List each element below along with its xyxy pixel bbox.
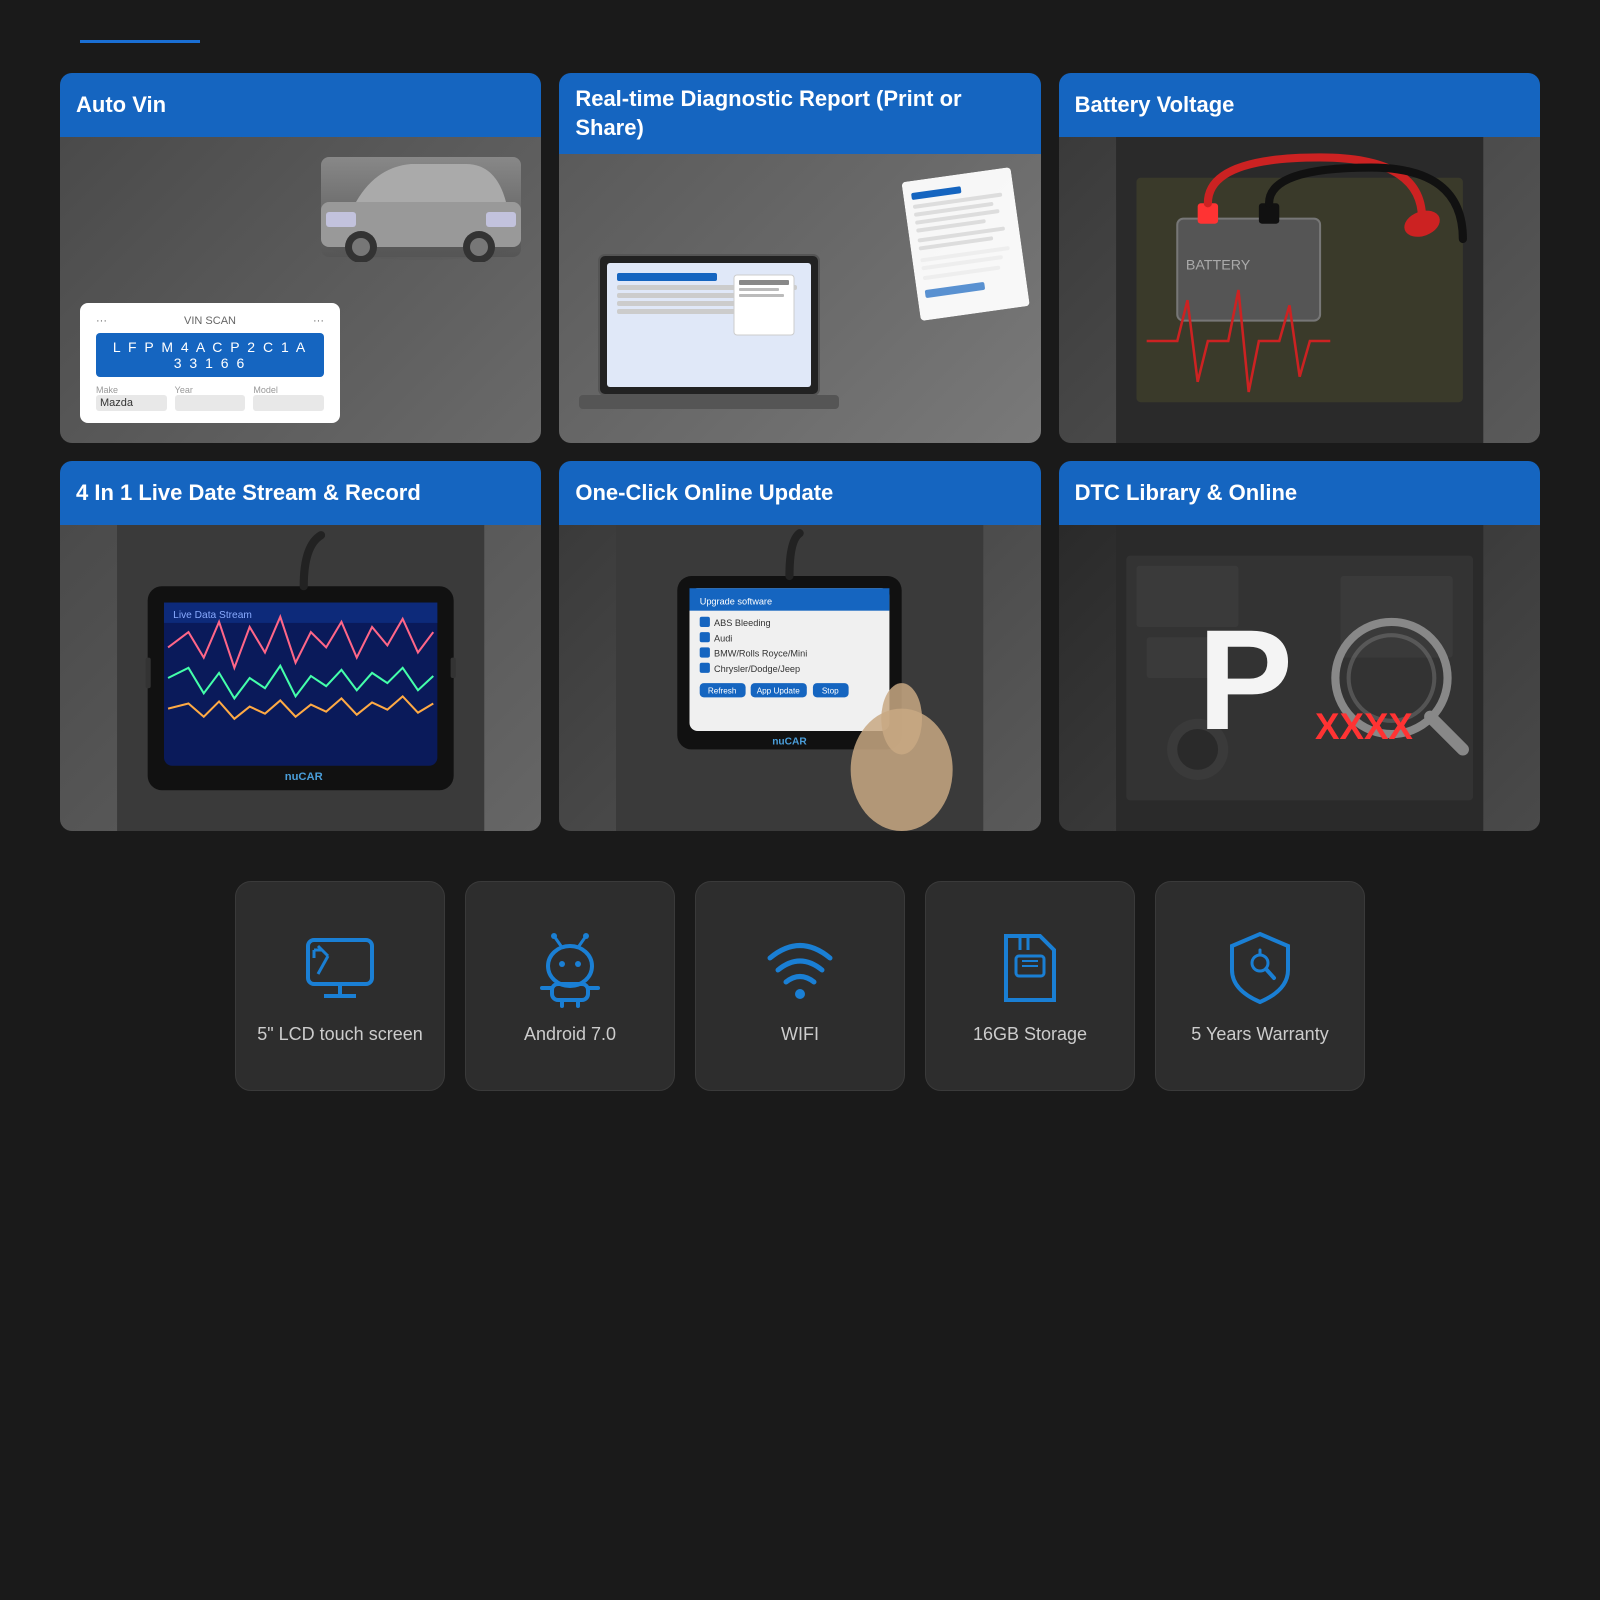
svg-text:Stop: Stop — [822, 686, 839, 695]
wifi-icon — [760, 928, 840, 1008]
vin-fields: Make Mazda Year Model — [96, 385, 324, 411]
svg-text:BMW/Rolls Royce/Mini: BMW/Rolls Royce/Mini — [714, 649, 807, 659]
features-grid: Auto Vin ··· — [60, 73, 1540, 831]
svg-text:Chrysler/Dodge/Jeep: Chrysler/Dodge/Jeep — [714, 664, 800, 674]
lcd-label: 5" LCD touch screen — [257, 1024, 422, 1045]
svg-text:nuCAR: nuCAR — [773, 736, 808, 747]
android-icon — [530, 928, 610, 1008]
storage-icon — [990, 928, 1070, 1008]
svg-text:App Update: App Update — [757, 686, 801, 695]
printer-paper — [901, 167, 1030, 326]
battery-illustration: BATTERY — [1059, 137, 1540, 443]
feature-icon-card-android: Android 7.0 — [465, 881, 675, 1091]
laptop-illustration — [579, 245, 879, 443]
svg-text:P: P — [1197, 601, 1292, 760]
svg-text:Audi: Audi — [714, 633, 732, 643]
vin-model: Model — [253, 385, 324, 411]
feature-icon-card-wifi: WIFI — [695, 881, 905, 1091]
feature-card-diagnostic: Real-time Diagnostic Report (Print or Sh… — [559, 73, 1040, 443]
feature-card-update: One-Click Online Update Upgrade software… — [559, 461, 1040, 831]
feature-label-stream: 4 In 1 Live Date Stream & Record — [60, 461, 541, 525]
accent-line — [80, 40, 200, 43]
svg-text:Upgrade software: Upgrade software — [700, 597, 772, 607]
svg-text:Live Data Stream: Live Data Stream — [173, 610, 252, 621]
feature-image-auto-vin: ··· VIN SCAN ··· L F P M 4 A C P 2 C 1 A… — [60, 137, 541, 443]
storage-label: 16GB Storage — [973, 1024, 1087, 1045]
feature-label-auto-vin: Auto Vin — [60, 73, 541, 137]
warranty-icon — [1220, 928, 1300, 1008]
svg-text:nuCAR: nuCAR — [285, 771, 323, 783]
svg-text:BATTERY: BATTERY — [1185, 258, 1250, 274]
wifi-label: WIFI — [781, 1024, 819, 1045]
scanner-illustration: Live Data Stream nuCAR — [60, 525, 541, 831]
feature-label-dtc: DTC Library & Online — [1059, 461, 1540, 525]
feature-image-diagnostic — [559, 154, 1040, 443]
warranty-label: 5 Years Warranty — [1191, 1024, 1328, 1045]
svg-text:Refresh: Refresh — [708, 686, 737, 695]
feature-card-dtc: DTC Library & Online P XXXX — [1059, 461, 1540, 831]
bottom-features: 5" LCD touch screen — [60, 881, 1540, 1091]
vin-make: Make Mazda — [96, 385, 167, 411]
svg-text:XXXX: XXXX — [1315, 706, 1413, 747]
update-illustration: Upgrade software ABS Bleeding Audi BMW/R… — [559, 525, 1040, 831]
vin-scan-title: ··· VIN SCAN ··· — [96, 315, 324, 327]
vin-number: L F P M 4 A C P 2 C 1 A 3 3 1 6 6 — [96, 333, 324, 377]
car-illustration — [311, 152, 531, 262]
feature-card-auto-vin: Auto Vin ··· — [60, 73, 541, 443]
feature-icon-card-lcd: 5" LCD touch screen — [235, 881, 445, 1091]
feature-image-update: Upgrade software ABS Bleeding Audi BMW/R… — [559, 525, 1040, 831]
feature-label-battery: Battery Voltage — [1059, 73, 1540, 137]
svg-text:ABS Bleeding: ABS Bleeding — [714, 618, 771, 628]
feature-icon-card-warranty: 5 Years Warranty — [1155, 881, 1365, 1091]
feature-image-battery: BATTERY — [1059, 137, 1540, 443]
android-label: Android 7.0 — [524, 1024, 616, 1045]
feature-card-stream: 4 In 1 Live Date Stream & Record Live Da… — [60, 461, 541, 831]
vin-scan-box: ··· VIN SCAN ··· L F P M 4 A C P 2 C 1 A… — [80, 303, 340, 423]
feature-image-stream: Live Data Stream nuCAR — [60, 525, 541, 831]
feature-card-battery: Battery Voltage BATTERY — [1059, 73, 1540, 443]
feature-image-dtc: P XXXX — [1059, 525, 1540, 831]
vin-year: Year — [175, 385, 246, 411]
dtc-illustration: P XXXX — [1059, 525, 1540, 831]
feature-icon-card-storage: 16GB Storage — [925, 881, 1135, 1091]
screen-icon — [300, 928, 380, 1008]
feature-label-update: One-Click Online Update — [559, 461, 1040, 525]
feature-label-diagnostic: Real-time Diagnostic Report (Print or Sh… — [559, 73, 1040, 154]
